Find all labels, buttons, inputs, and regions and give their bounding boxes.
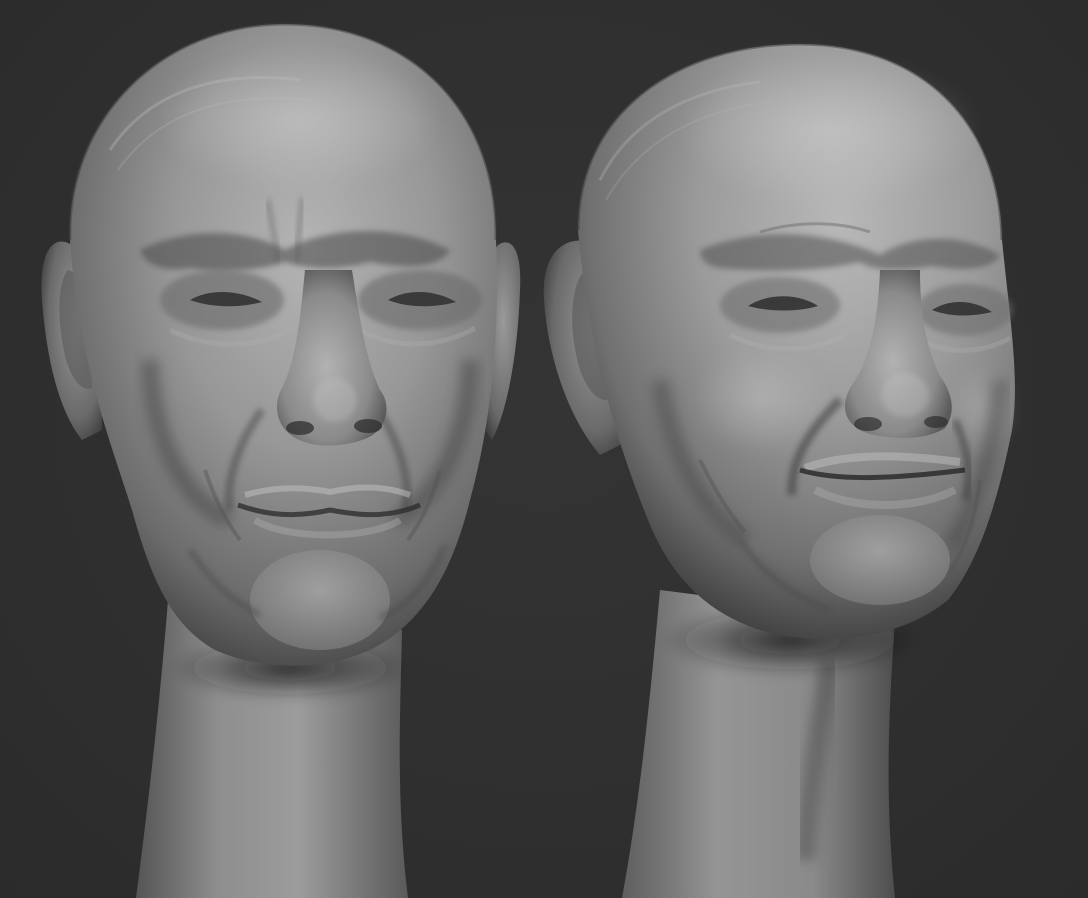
head-sculpt-right — [543, 42, 1020, 898]
head-sculpt-left — [41, 22, 521, 898]
sculpt-render — [41, 22, 1020, 898]
chin-left — [250, 550, 390, 650]
chin-right — [810, 515, 950, 605]
sculpt-viewport — [0, 0, 1088, 898]
